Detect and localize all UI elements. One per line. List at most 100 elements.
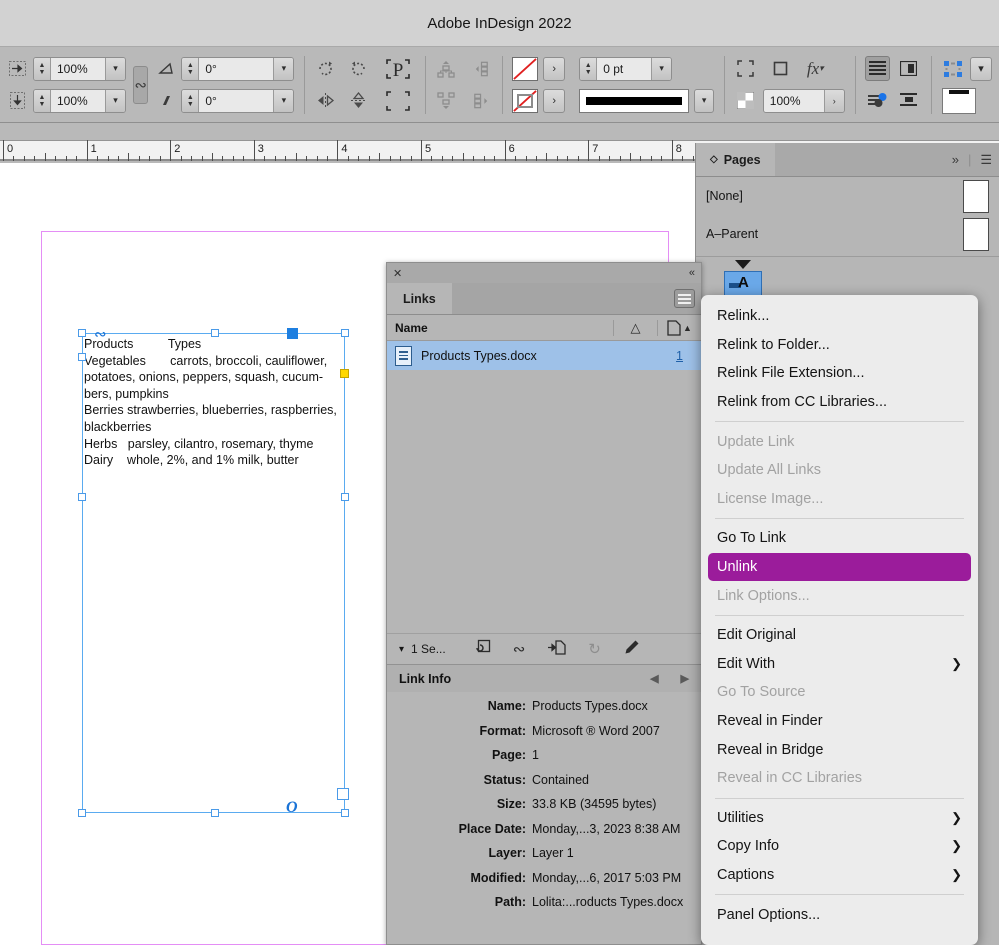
text-wrap-icon[interactable] bbox=[865, 56, 891, 81]
stroke-weight-stepper[interactable]: ▲ ▼ bbox=[580, 57, 598, 80]
scale-y-dropdown[interactable]: ▾ bbox=[105, 89, 125, 112]
menu-item-relink[interactable]: Relink... bbox=[701, 302, 978, 331]
shear-value[interactable]: 0° bbox=[199, 89, 274, 112]
handle-bottom-center[interactable] bbox=[211, 809, 219, 817]
page-sort-icon[interactable]: ▲ bbox=[657, 319, 701, 336]
scale-x-dropdown[interactable]: ▾ bbox=[105, 57, 125, 80]
bring-to-front-icon[interactable] bbox=[436, 58, 457, 79]
menu-item-reveal-in-finder[interactable]: Reveal in Finder bbox=[701, 707, 978, 736]
handle-in-port-box[interactable] bbox=[78, 353, 86, 361]
scale-y-combo[interactable]: ▲ ▼ 100% ▾ bbox=[33, 88, 126, 113]
handle-middle-right[interactable] bbox=[341, 493, 349, 501]
close-icon[interactable]: ✕ bbox=[393, 267, 402, 280]
shear-dropdown[interactable]: ▾ bbox=[273, 89, 294, 112]
flip-horizontal-icon[interactable] bbox=[315, 90, 336, 111]
overset-text-indicator-icon[interactable]: O bbox=[286, 799, 298, 817]
collapse-icon[interactable]: « bbox=[689, 267, 695, 279]
panel-menu-icon[interactable]: ☰ bbox=[980, 152, 992, 168]
fill-swatch-none-icon[interactable] bbox=[512, 56, 539, 81]
menu-item-relink-to-folder[interactable]: Relink to Folder... bbox=[701, 331, 978, 360]
align-options-dropdown[interactable]: ▾ bbox=[970, 56, 993, 81]
stroke-type-dropdown[interactable]: ▾ bbox=[694, 88, 715, 113]
handle-top-right-solid[interactable] bbox=[287, 328, 298, 339]
menu-item-panel-options[interactable]: Panel Options... bbox=[701, 900, 978, 929]
menu-item-unlink[interactable]: Unlink bbox=[708, 552, 971, 582]
opacity-value[interactable]: 100% bbox=[763, 89, 824, 112]
parent-page-row[interactable]: [None] bbox=[696, 177, 999, 215]
scale-x-stepper[interactable]: ▲ ▼ bbox=[34, 57, 51, 80]
handle-bottom-right[interactable] bbox=[341, 809, 349, 817]
handle-top-center[interactable] bbox=[211, 329, 219, 337]
stroke-weight-value[interactable]: 0 pt bbox=[597, 57, 652, 80]
menu-item-reveal-in-bridge[interactable]: Reveal in Bridge bbox=[701, 735, 978, 764]
scale-y-value[interactable]: 100% bbox=[51, 89, 105, 112]
links-context-menu[interactable]: Relink... Relink to Folder... Relink File … bbox=[701, 295, 978, 945]
handle-middle-left[interactable] bbox=[78, 493, 86, 501]
scale-x-combo[interactable]: ▲ ▼ 100% ▾ bbox=[33, 56, 126, 81]
text-frame-options-icon[interactable] bbox=[896, 56, 921, 81]
menu-item-go-to-link[interactable]: Go To Link bbox=[701, 524, 978, 553]
rotation-dropdown[interactable]: ▾ bbox=[273, 57, 294, 80]
handle-bottom-left[interactable] bbox=[78, 809, 86, 817]
shear-combo[interactable]: ▲ ▼ 0° ▾ bbox=[181, 88, 295, 113]
handle-out-port[interactable] bbox=[337, 788, 349, 800]
rotation-stepper[interactable]: ▲ ▼ bbox=[182, 57, 200, 80]
relink-from-file-icon[interactable] bbox=[547, 639, 566, 660]
scale-x-value[interactable]: 100% bbox=[51, 57, 105, 80]
frame-text-content[interactable]: Products Types Vegetables carrots, brocc… bbox=[84, 336, 346, 469]
align-baseline-icon[interactable] bbox=[896, 88, 921, 113]
send-to-back-icon[interactable] bbox=[436, 90, 457, 111]
scale-y-stepper[interactable]: ▲ ▼ bbox=[34, 89, 51, 112]
menu-item-relink-file-extension[interactable]: Relink File Extension... bbox=[701, 359, 978, 388]
menu-item-utilities[interactable]: Utilities ❯ bbox=[701, 804, 978, 833]
tab-links[interactable]: Links bbox=[387, 283, 452, 314]
send-backward-icon[interactable] bbox=[471, 90, 492, 111]
select-container-icon[interactable]: P bbox=[381, 58, 415, 81]
link-file-name[interactable]: Products Types.docx bbox=[421, 349, 537, 363]
stroke-type-preview[interactable] bbox=[579, 88, 690, 113]
parent-page-row[interactable]: A–Parent bbox=[696, 215, 999, 253]
triangle-left-icon[interactable]: ◀ bbox=[650, 672, 658, 685]
menu-item-edit-with[interactable]: Edit With ❯ bbox=[701, 650, 978, 679]
tab-pages[interactable]: ◇ Pages bbox=[696, 143, 775, 176]
chevron-down-icon[interactable]: ▾ bbox=[399, 644, 404, 655]
warning-triangle-icon[interactable]: △ bbox=[613, 319, 657, 336]
relink-icon[interactable] bbox=[472, 639, 491, 660]
handle-top-left[interactable] bbox=[78, 329, 86, 337]
menu-item-captions[interactable]: Captions ❯ bbox=[701, 861, 978, 890]
rotate-counterclockwise-icon[interactable] bbox=[348, 58, 369, 79]
menu-item-edit-original[interactable]: Edit Original bbox=[701, 621, 978, 650]
parent-page-thumbnail[interactable] bbox=[963, 179, 989, 213]
opacity-field[interactable]: 100% › bbox=[762, 88, 845, 113]
rotate-clockwise-icon[interactable] bbox=[315, 58, 336, 79]
handle-top-right[interactable] bbox=[341, 329, 349, 337]
stroke-swatch-menu-button[interactable]: › bbox=[543, 88, 566, 113]
edit-original-pencil-icon[interactable] bbox=[623, 639, 640, 660]
menu-item-copy-info[interactable]: Copy Info ❯ bbox=[701, 832, 978, 861]
shear-stepper[interactable]: ▲ ▼ bbox=[182, 89, 200, 112]
menu-item-relink-from-cc-libraries[interactable]: Relink from CC Libraries... bbox=[701, 388, 978, 417]
align-objects-icon[interactable] bbox=[942, 58, 963, 79]
links-panel[interactable]: ✕ « Links Name △ ▲ Products Types.docx 1 bbox=[386, 262, 702, 945]
fx-effects-icon[interactable]: fx ▾ bbox=[805, 58, 826, 79]
bring-forward-icon[interactable] bbox=[471, 58, 492, 79]
in-port-link-icon[interactable]: ∾ bbox=[94, 325, 107, 343]
column-header-name[interactable]: Name bbox=[387, 321, 613, 335]
flip-vertical-icon[interactable] bbox=[348, 90, 369, 111]
opacity-menu-button[interactable]: › bbox=[823, 89, 844, 112]
stroke-weight-dropdown[interactable]: ▾ bbox=[651, 57, 672, 80]
stroke-swatch-none-icon[interactable] bbox=[512, 88, 539, 113]
anchored-object-icon[interactable] bbox=[865, 88, 890, 113]
selected-text-frame[interactable]: Products Types Vegetables carrots, brocc… bbox=[78, 326, 349, 817]
link-row[interactable]: Products Types.docx 1 bbox=[387, 341, 701, 370]
stroke-weight-combo[interactable]: ▲ ▼ 0 pt ▾ bbox=[579, 56, 673, 81]
panel-menu-icon[interactable] bbox=[674, 289, 695, 308]
corner-options-icon[interactable] bbox=[735, 58, 756, 79]
links-list-body[interactable] bbox=[387, 370, 701, 633]
rotation-combo[interactable]: ▲ ▼ 0° ▾ bbox=[181, 56, 295, 81]
parent-page-thumbnail[interactable] bbox=[963, 217, 989, 251]
handle-content-grabber-yellow[interactable] bbox=[340, 369, 349, 378]
rotation-value[interactable]: 0° bbox=[199, 57, 274, 80]
links-selection-summary[interactable]: ▾ 1 Se... bbox=[387, 642, 446, 656]
chevron-double-right-icon[interactable]: » bbox=[952, 152, 959, 167]
